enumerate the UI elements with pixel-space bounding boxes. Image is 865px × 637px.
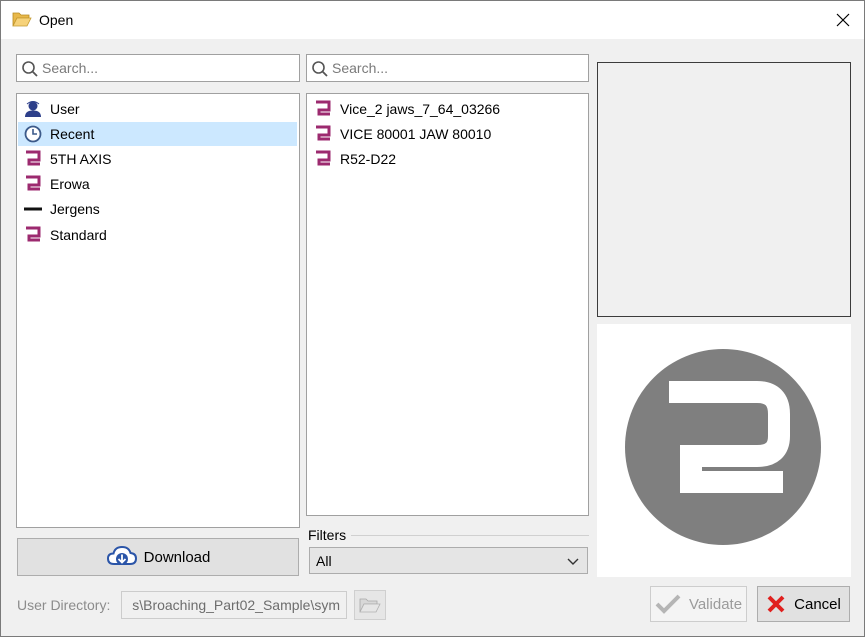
list-item[interactable]: R52-D22 [310,147,586,171]
category-item-user[interactable]: User [20,97,296,121]
user-directory-field: s\Broaching_Part02_Sample\sym [121,591,347,619]
cross-icon [767,595,785,613]
validate-button[interactable]: Validate [650,586,747,622]
left-search-input[interactable] [42,58,294,78]
brand-2-icon [26,175,41,191]
list-item[interactable]: VICE 80001 JAW 80010 [310,122,586,146]
list-item[interactable]: Vice_2 jaws_7_64_03266 [310,97,586,121]
filter-value: All [316,552,332,569]
brand-2-icon [316,100,331,116]
search-icon [312,61,328,77]
download-button[interactable]: Download [17,538,299,576]
close-icon [836,13,850,27]
brand-2-icon [316,125,331,141]
category-label: Jergens [50,201,100,217]
category-item-jergens[interactable]: Jergens [20,197,296,221]
cancel-label: Cancel [794,595,841,613]
left-search-box [16,54,300,82]
brand-2-icon [316,150,331,166]
brand-2-icon [26,226,41,242]
category-item-recent[interactable]: Recent [18,122,297,146]
category-item-standard[interactable]: Standard [20,223,296,247]
category-label: 5TH AXIS [50,151,112,167]
filter-select[interactable]: All [309,547,588,574]
cloud-download-icon [106,545,137,565]
item-list: Vice_2 jaws_7_64_03266 VICE 80001 JAW 80… [306,93,589,516]
category-label: Standard [50,227,107,243]
open-dialog: Open User [0,0,865,637]
filters-label: Filters [308,527,347,543]
user-directory-label: User Directory: [17,597,111,613]
category-list: User Recent 5TH AXIS Erowa Jergens Stand… [16,93,300,528]
search-icon [22,61,38,77]
brand-2-icon [26,150,41,166]
title-bar: Open [1,1,864,39]
middle-search-box [306,54,589,82]
folder-icon [359,598,381,613]
download-label: Download [143,548,211,566]
validate-label: Validate [688,595,743,613]
list-item-label: Vice_2 jaws_7_64_03266 [340,101,501,117]
cancel-button[interactable]: Cancel [757,586,850,622]
chevron-down-icon [567,558,579,565]
category-item-5th-axis[interactable]: 5TH AXIS [20,147,296,171]
user-icon [25,101,41,117]
middle-search-input[interactable] [332,58,583,78]
clock-icon [24,125,42,143]
brand-logo-icon [625,349,821,545]
thumbnail-panel [597,324,851,577]
window-title: Open [39,12,74,28]
user-directory-value: s\Broaching_Part02_Sample\sym [132,597,340,613]
checkmark-icon [655,594,681,614]
list-item-label: R52-D22 [340,151,397,167]
close-button[interactable] [832,9,854,31]
folder-open-icon [12,12,32,27]
list-item-label: VICE 80001 JAW 80010 [340,126,492,142]
dash-icon [24,207,42,211]
category-item-erowa[interactable]: Erowa [20,172,296,196]
browse-folder-button[interactable] [354,590,386,620]
category-label: Recent [50,126,95,142]
filters-divider [351,535,589,536]
preview-panel [597,62,851,317]
category-label: User [50,101,80,117]
category-label: Erowa [50,176,90,192]
